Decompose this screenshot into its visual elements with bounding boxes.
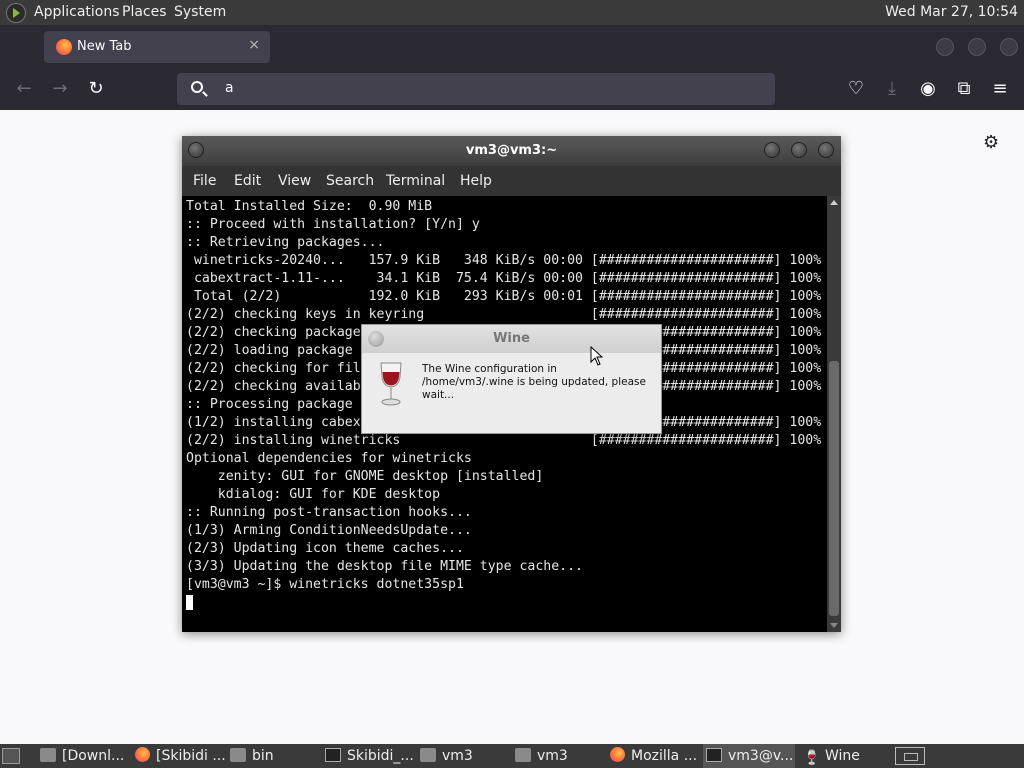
taskbar-label: [Skibidi ...	[156, 748, 226, 764]
taskbar-label: vm3	[537, 748, 568, 764]
firefox-icon	[56, 39, 72, 55]
taskbar-label: bin	[252, 748, 274, 764]
hamburger-menu-icon[interactable]: ≡	[989, 78, 1011, 100]
menu-view[interactable]: View	[278, 173, 311, 189]
wine-dialog-message: The Wine configuration in /home/vm3/.win…	[422, 363, 646, 401]
back-arrow-icon[interactable]: ←	[13, 78, 35, 100]
gear-icon[interactable]: ⚙	[983, 132, 999, 153]
terminal-menubar: File Edit View Search Terminal Help	[182, 166, 841, 196]
tab-title: New Tab	[77, 39, 132, 54]
close-tab-icon[interactable]: ×	[248, 37, 260, 53]
wine-dialog-titlebar[interactable]: Wine	[362, 325, 661, 353]
download-icon[interactable]: ⤓	[881, 78, 903, 100]
maximize-window-button[interactable]	[968, 38, 986, 56]
applications-menu[interactable]: Applications	[34, 4, 120, 20]
terminal-line: kdialog: GUI for KDE desktop	[186, 487, 441, 502]
forward-arrow-icon[interactable]: →	[49, 78, 71, 100]
folder-icon	[420, 748, 436, 762]
terminal-scrollbar[interactable]	[827, 196, 841, 632]
folder-icon	[40, 748, 56, 762]
places-menu[interactable]: Places	[122, 4, 167, 20]
folder-icon	[230, 748, 246, 762]
taskbar-item-skibidi-firefox[interactable]: [Skibidi ...	[135, 744, 226, 768]
terminal-line: (1/3) Arming ConditionNeedsUpdate...	[186, 523, 472, 538]
wine-dialog: Wine The Wine configuration in /home/vm3…	[361, 324, 662, 434]
firefox-icon	[135, 747, 150, 762]
taskbar-label: vm3	[442, 748, 473, 764]
terminal-icon	[325, 748, 341, 762]
terminal-line: (2/3) Updating icon theme caches...	[186, 541, 464, 556]
scroll-down-icon[interactable]	[830, 623, 838, 628]
browser-nav-bar: ← → ↻ a ♡ ⤓ ◉ ⧉ ≡	[0, 69, 1024, 110]
minimize-button[interactable]	[764, 142, 780, 158]
window-menu-icon[interactable]	[188, 142, 204, 158]
terminal-line: winetricks-20240... 157.9 KiB 348 KiB/s …	[186, 253, 822, 268]
menu-search[interactable]: Search	[326, 173, 374, 189]
search-icon	[191, 81, 203, 93]
taskbar-item-vm3-b[interactable]: vm3	[515, 744, 568, 768]
terminal-line: Total Installed Size: 0.90 MiB	[186, 199, 433, 214]
terminal-line: (2/2) checking keys in keyring [########…	[186, 307, 822, 322]
top-panel: Applications Places System Wed Mar 27, 1…	[0, 0, 1024, 25]
extensions-icon[interactable]: ⧉	[953, 78, 975, 100]
url-input[interactable]: a	[225, 80, 234, 96]
scroll-up-icon[interactable]	[830, 200, 838, 205]
taskbar-item-wine[interactable]: 🍷 Wine	[803, 744, 860, 768]
terminal-line: :: Proceed with installation? [Y/n] y	[186, 217, 480, 232]
close-button[interactable]	[818, 142, 834, 158]
url-bar[interactable]: a	[177, 73, 775, 105]
window-menu-icon[interactable]	[368, 331, 384, 347]
tab-new-tab[interactable]: New Tab ×	[44, 31, 270, 63]
browser-tab-bar: New Tab ×	[0, 25, 1024, 69]
taskbar-item-downloads[interactable]: [Downl...	[40, 744, 124, 768]
pocket-icon[interactable]: ♡	[845, 78, 867, 100]
terminal-line: Optional dependencies for winetricks	[186, 451, 472, 466]
mouse-pointer-icon	[590, 346, 604, 366]
reload-icon[interactable]: ↻	[85, 78, 107, 100]
taskbar-item-vm3-a[interactable]: vm3	[420, 744, 473, 768]
taskbar-item-skibidi-terminal[interactable]: Skibidi_...	[325, 744, 414, 768]
folder-icon	[515, 748, 531, 762]
terminal-titlebar[interactable]: vm3@vm3:~	[182, 136, 841, 166]
terminal-line: (2/2) installing winetricks [###########…	[186, 433, 822, 448]
workspace-switcher[interactable]	[895, 747, 925, 765]
wine-glass-icon: 🍷	[803, 750, 821, 766]
maximize-button[interactable]	[791, 142, 807, 158]
terminal-title: vm3@vm3:~	[465, 143, 558, 158]
terminal-line: :: Running post-transaction hooks...	[186, 505, 472, 520]
taskbar: [Downl... [Skibidi ... bin Skibidi_... v…	[0, 744, 1024, 768]
taskbar-label: Wine	[825, 748, 860, 764]
taskbar-item-bin[interactable]: bin	[230, 744, 274, 768]
taskbar-label: [Downl...	[62, 748, 125, 764]
distro-logo-icon[interactable]	[6, 3, 26, 23]
system-menu[interactable]: System	[174, 4, 226, 20]
taskbar-item-mozilla[interactable]: Mozilla ...	[610, 744, 697, 768]
terminal-prompt-line	[186, 594, 827, 612]
scrollbar-thumb[interactable]	[829, 361, 839, 616]
terminal-line: (3/3) Updating the desktop file MIME typ…	[186, 559, 583, 574]
taskbar-item-terminal[interactable]: vm3@v...	[703, 744, 795, 768]
menu-help[interactable]: Help	[460, 173, 492, 189]
show-desktop-button[interactable]	[2, 748, 20, 764]
firefox-icon	[610, 747, 625, 762]
close-window-button[interactable]	[1000, 38, 1018, 56]
taskbar-label: vm3@v...	[728, 748, 794, 764]
terminal-line: [vm3@vm3 ~]$ winetricks dotnet35sp1	[186, 577, 464, 592]
text-cursor	[186, 594, 193, 610]
taskbar-label: Mozilla ...	[631, 748, 698, 764]
menu-edit[interactable]: Edit	[234, 173, 261, 189]
terminal-line: :: Retrieving packages...	[186, 235, 385, 250]
minimize-window-button[interactable]	[936, 38, 954, 56]
taskbar-label: Skibidi_...	[347, 748, 414, 764]
terminal-line: cabextract-1.11-... 34.1 KiB 75.4 KiB/s …	[186, 271, 822, 286]
terminal-icon	[706, 748, 722, 762]
terminal-line: zenity: GUI for GNOME desktop [installed…	[186, 469, 544, 484]
account-icon[interactable]: ◉	[917, 78, 939, 100]
menu-file[interactable]: File	[193, 173, 216, 189]
terminal-line: Total (2/2) 192.0 KiB 293 KiB/s 00:01 [#…	[186, 289, 822, 304]
menu-terminal[interactable]: Terminal	[386, 173, 445, 189]
wine-dialog-title: Wine	[493, 331, 530, 346]
wine-glass-icon	[380, 362, 402, 406]
clock[interactable]: Wed Mar 27, 10:54	[885, 4, 1018, 20]
